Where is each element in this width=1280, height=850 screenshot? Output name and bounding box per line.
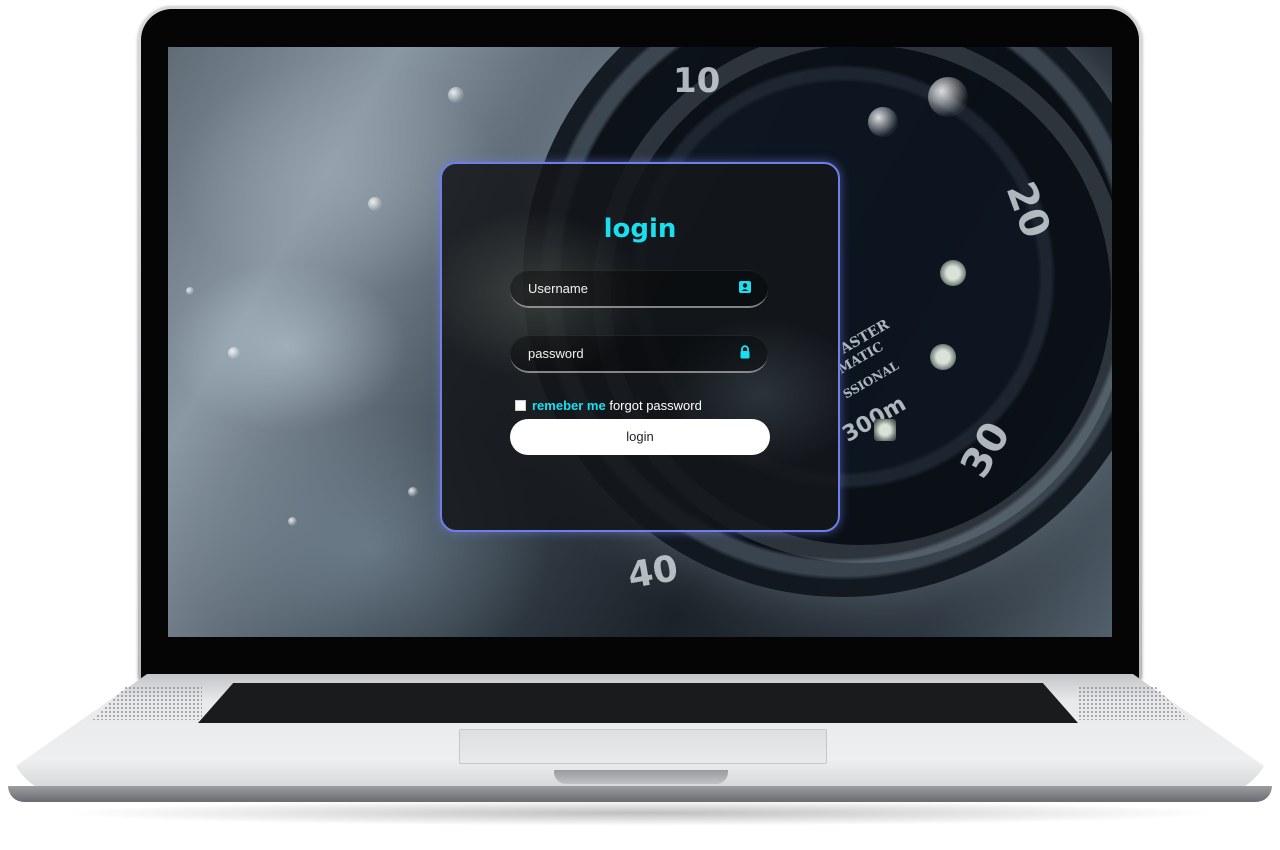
water-drop xyxy=(868,107,898,137)
username-field[interactable]: Username xyxy=(510,270,768,308)
login-button[interactable]: login xyxy=(510,419,770,455)
username-label: Username xyxy=(528,281,588,296)
dial-marker xyxy=(930,344,956,370)
dial-label: 10 xyxy=(673,61,721,101)
dial-marker xyxy=(874,419,896,441)
remember-checkbox[interactable] xyxy=(515,400,526,411)
dial-label: 40 xyxy=(624,547,682,598)
laptop-shadow xyxy=(60,800,1220,826)
water-drop xyxy=(186,287,194,295)
speaker-grille-right xyxy=(1078,686,1188,720)
keyboard xyxy=(198,683,1078,723)
trackpad xyxy=(459,729,827,764)
base-edge xyxy=(8,786,1272,802)
water-drop xyxy=(448,87,464,103)
speaker-grille-left xyxy=(92,686,202,720)
remember-row: remeber me forgot password xyxy=(515,398,702,413)
remember-label[interactable]: remeber me xyxy=(532,398,606,413)
water-drop xyxy=(288,517,297,526)
water-drop xyxy=(408,487,418,497)
password-label: password xyxy=(528,346,584,361)
screen: 10 20 30 40 ASTER MATIC SSIONAL 300m log… xyxy=(168,47,1112,637)
login-card: login Username password remeber me forgo… xyxy=(440,162,840,532)
dial-marker xyxy=(940,260,966,286)
forgot-password-link[interactable]: forgot password xyxy=(609,398,702,413)
water-drop xyxy=(928,77,968,117)
water-drop xyxy=(368,197,382,211)
lid-opening-notch xyxy=(554,770,728,784)
person-badge-icon xyxy=(739,281,751,293)
password-field[interactable]: password xyxy=(510,335,768,373)
login-title: login xyxy=(603,214,677,244)
water-drop xyxy=(228,347,240,359)
lock-icon xyxy=(740,345,750,359)
laptop-mockup: 10 20 30 40 ASTER MATIC SSIONAL 300m log… xyxy=(0,0,1280,850)
